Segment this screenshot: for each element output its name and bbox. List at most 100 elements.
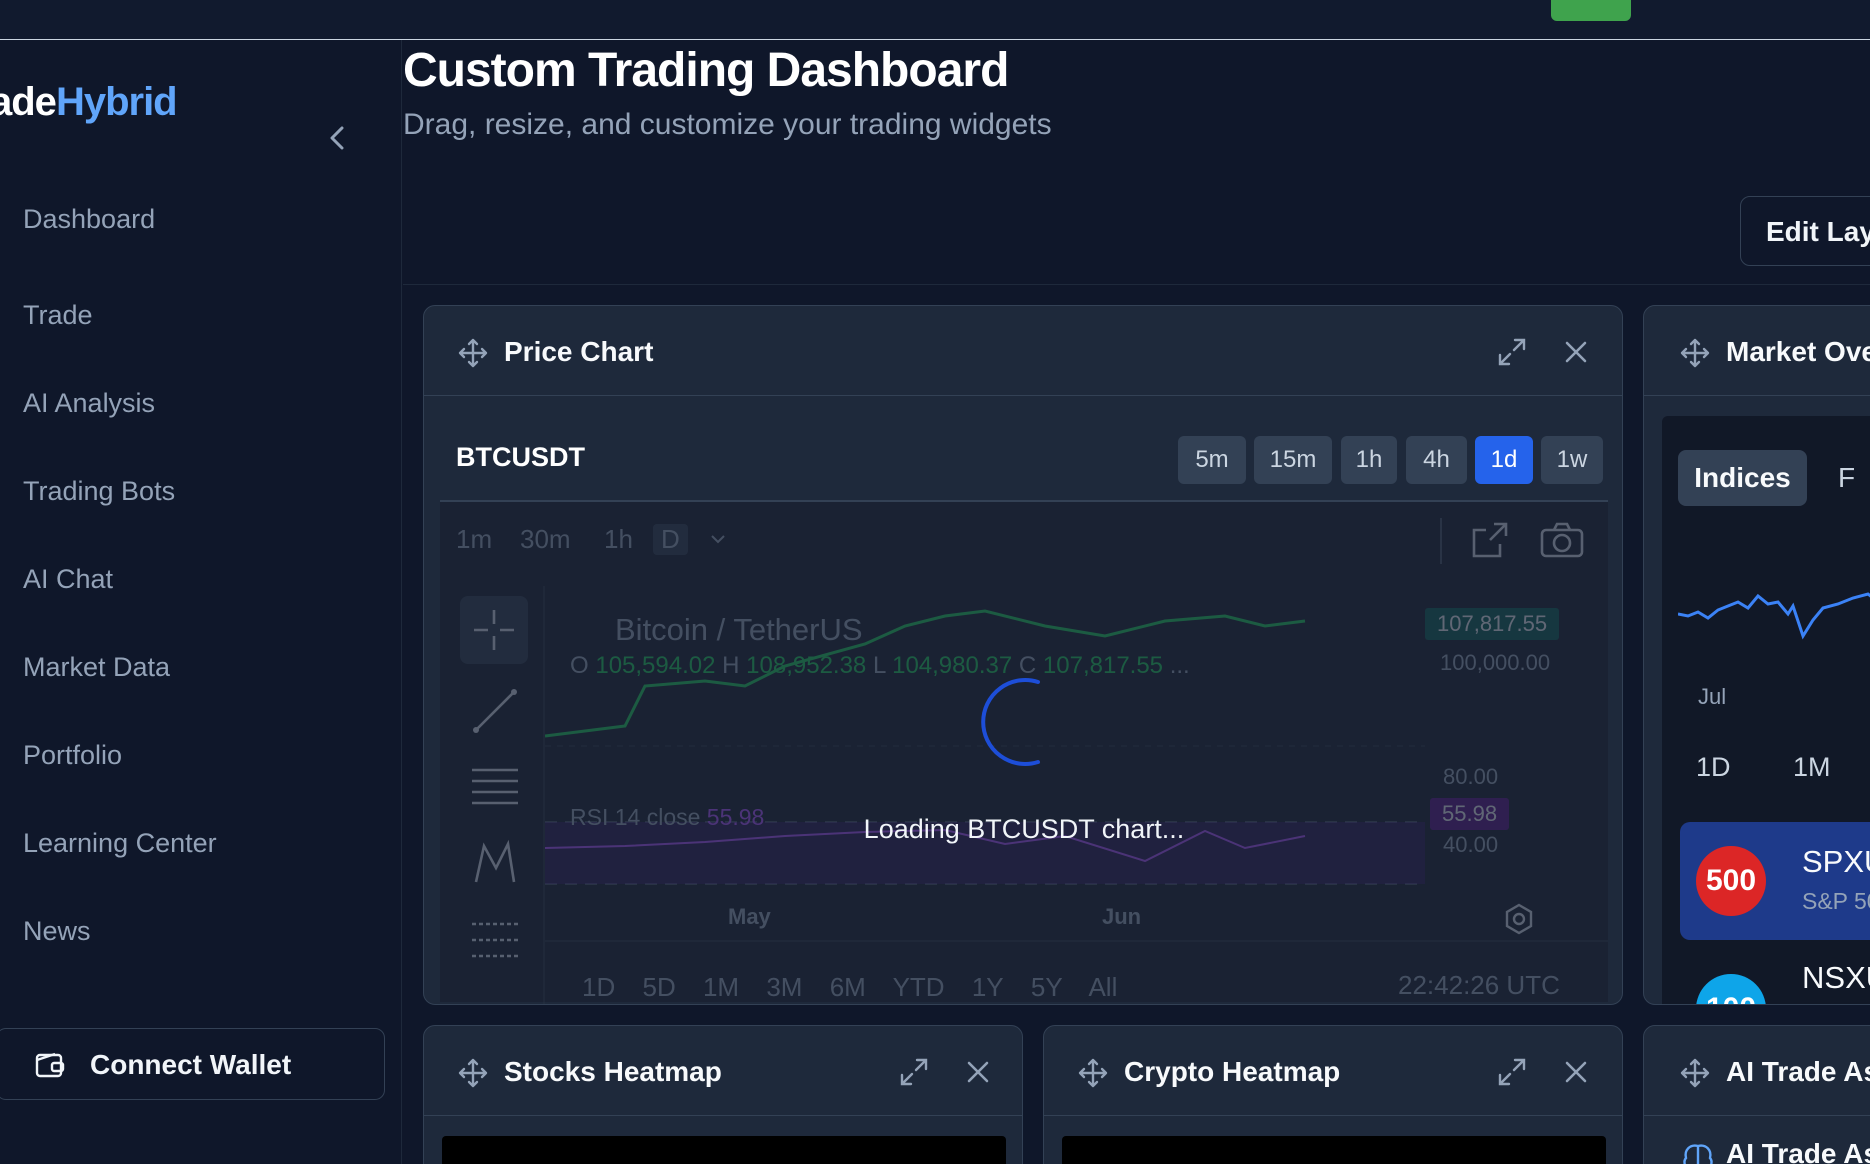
horizontal-lines-icon[interactable] bbox=[470, 766, 520, 806]
maximize-icon[interactable] bbox=[1496, 336, 1528, 368]
crosshair-icon bbox=[474, 610, 514, 650]
range-1d[interactable]: 1D bbox=[1696, 752, 1731, 783]
move-icon[interactable] bbox=[1077, 1057, 1109, 1089]
maximize-icon[interactable] bbox=[898, 1056, 930, 1088]
range-1y[interactable]: 1Y bbox=[972, 972, 1004, 1002]
edit-layout-button[interactable]: Edit Lay bbox=[1740, 196, 1870, 266]
ohlc-l-label: L bbox=[872, 652, 886, 679]
timeframe-5m-button[interactable]: 5m bbox=[1178, 436, 1246, 484]
move-icon[interactable] bbox=[1679, 337, 1711, 369]
widget-title: AI Trade As bbox=[1726, 1056, 1870, 1087]
heatmap-embed[interactable] bbox=[1062, 1136, 1606, 1164]
sidebar-item-dashboard[interactable]: Dashboard bbox=[23, 204, 155, 235]
interval-1h[interactable]: 1h bbox=[604, 524, 633, 555]
widget-title: Crypto Heatmap bbox=[1124, 1056, 1341, 1087]
ai-trade-widget: AI Trade As AI Trade As bbox=[1643, 1025, 1870, 1164]
range-all[interactable]: All bbox=[1088, 972, 1117, 1002]
sidebar-item-ai-analysis[interactable]: AI Analysis bbox=[23, 388, 155, 419]
ohlc-o-value: 105,594.02 bbox=[595, 652, 716, 679]
index-badge: 100 bbox=[1696, 974, 1766, 1004]
timeframe-4h-button[interactable]: 4h bbox=[1406, 436, 1467, 484]
top-bar bbox=[0, 0, 1870, 40]
camera-icon[interactable] bbox=[1540, 522, 1584, 558]
sidebar-item-market-data[interactable]: Market Data bbox=[23, 652, 170, 683]
sidebar-item-ai-chat[interactable]: AI Chat bbox=[23, 564, 113, 595]
month-label-jun: Jun bbox=[1102, 904, 1142, 929]
timeframe-1w-button[interactable]: 1w bbox=[1541, 436, 1603, 484]
range-selector: 1D 5D 1M 3M 6M YTD 1Y 5Y All bbox=[582, 972, 1117, 1003]
header-divider bbox=[403, 284, 1870, 285]
loading-message: Loading BTCUSDT chart... bbox=[863, 814, 1185, 844]
ohlc-h-label: H bbox=[722, 652, 740, 679]
fib-icon[interactable] bbox=[470, 918, 520, 962]
crypto-heatmap-widget: Crypto Heatmap bbox=[1043, 1025, 1623, 1164]
tab-indices[interactable]: Indices bbox=[1678, 450, 1807, 506]
widget-header: AI Trade As bbox=[1644, 1026, 1870, 1116]
edit-layout-label: Edit Lay bbox=[1766, 216, 1870, 247]
range-3m[interactable]: 3M bbox=[766, 972, 802, 1002]
connect-wallet-button[interactable]: Connect Wallet bbox=[0, 1028, 385, 1100]
heatmap-embed[interactable] bbox=[442, 1136, 1006, 1164]
range-1d[interactable]: 1D bbox=[582, 972, 615, 1002]
sidebar-item-learning-center[interactable]: Learning Center bbox=[23, 828, 217, 859]
range-5y[interactable]: 5Y bbox=[1031, 972, 1063, 1002]
range-1m[interactable]: 1M bbox=[1793, 752, 1831, 783]
collapse-sidebar-button[interactable] bbox=[322, 118, 354, 158]
timeframe-1h-button[interactable]: 1h bbox=[1341, 436, 1397, 484]
list-item[interactable]: 500 SPXUS S&P 50 bbox=[1680, 822, 1870, 940]
page-title: Custom Trading Dashboard bbox=[403, 44, 1009, 97]
close-icon[interactable] bbox=[1562, 1058, 1590, 1086]
range-1m[interactable]: 1M bbox=[703, 972, 739, 1002]
index-symbol: SPXUS bbox=[1802, 844, 1870, 879]
sidebar-item-trade[interactable]: Trade bbox=[23, 300, 93, 331]
open-external-icon[interactable] bbox=[1470, 520, 1510, 560]
move-icon[interactable] bbox=[457, 1057, 489, 1089]
close-icon[interactable] bbox=[964, 1058, 992, 1086]
ai-trade-heading: AI Trade As bbox=[1726, 1138, 1870, 1164]
move-icon[interactable] bbox=[1679, 1057, 1711, 1089]
move-icon[interactable] bbox=[457, 337, 489, 369]
pattern-icon[interactable] bbox=[470, 838, 520, 888]
month-label-may: May bbox=[728, 904, 771, 929]
toolbar-divider bbox=[1440, 518, 1442, 564]
settings-icon[interactable] bbox=[1502, 902, 1536, 936]
connect-wallet-label: Connect Wallet bbox=[90, 1049, 292, 1080]
market-overview-widget: Market Ove Indices F Jul 1D 1M 500 SPXUS… bbox=[1643, 305, 1870, 1005]
crosshair-tool[interactable] bbox=[460, 596, 528, 664]
interval-30m[interactable]: 30m bbox=[520, 524, 571, 555]
interval-d[interactable]: D bbox=[653, 524, 688, 555]
ohlc-o-label: O bbox=[570, 652, 589, 679]
index-badge: 500 bbox=[1696, 846, 1766, 916]
list-item[interactable]: 100 NSXU bbox=[1680, 960, 1870, 1004]
sidebar-item-news[interactable]: News bbox=[23, 916, 91, 947]
ohlc-more: ... bbox=[1169, 652, 1190, 679]
widget-title: Market Ove bbox=[1726, 336, 1870, 367]
stocks-heatmap-widget: Stocks Heatmap bbox=[423, 1025, 1023, 1164]
range-5d[interactable]: 5D bbox=[642, 972, 675, 1002]
drawing-toolbar bbox=[440, 586, 545, 1004]
tradingview-chart[interactable]: 1m 30m 1h D Bitcoin / TetherUS O 105,594… bbox=[440, 500, 1608, 1004]
chevron-down-icon[interactable] bbox=[708, 532, 728, 546]
widget-header: Price Chart bbox=[424, 306, 1622, 396]
wallet-icon bbox=[35, 1052, 65, 1078]
maximize-icon[interactable] bbox=[1496, 1056, 1528, 1088]
sidebar: adeHybrid Dashboard Trade AI Analysis Tr… bbox=[0, 40, 402, 1164]
interval-1m[interactable]: 1m bbox=[456, 524, 492, 555]
top-action-button[interactable] bbox=[1551, 0, 1631, 21]
tab-next[interactable]: F bbox=[1838, 462, 1855, 494]
price-chart-widget: Price Chart BTCUSDT 5m 15m 1h 4h 1d 1w 1… bbox=[423, 305, 1623, 1005]
timeframe-15m-button[interactable]: 15m bbox=[1254, 436, 1332, 484]
sidebar-item-trading-bots[interactable]: Trading Bots bbox=[23, 476, 175, 507]
price-level-label: 100,000.00 bbox=[1440, 650, 1551, 675]
last-price-tag: 107,817.55 bbox=[1425, 608, 1560, 640]
sidebar-item-portfolio[interactable]: Portfolio bbox=[23, 740, 122, 771]
pair-name: Bitcoin / TetherUS bbox=[615, 612, 863, 647]
close-icon[interactable] bbox=[1562, 338, 1590, 366]
trend-line-icon[interactable] bbox=[470, 686, 520, 736]
timeframe-1d-button[interactable]: 1d bbox=[1475, 436, 1533, 484]
widget-title: Stocks Heatmap bbox=[504, 1056, 722, 1087]
range-ytd[interactable]: YTD bbox=[893, 972, 945, 1002]
logo[interactable]: adeHybrid bbox=[0, 80, 178, 125]
range-6m[interactable]: 6M bbox=[830, 972, 866, 1002]
chart-panel: BTCUSDT 5m 15m 1h 4h 1d 1w 1m 30m 1h D B… bbox=[440, 412, 1608, 1004]
